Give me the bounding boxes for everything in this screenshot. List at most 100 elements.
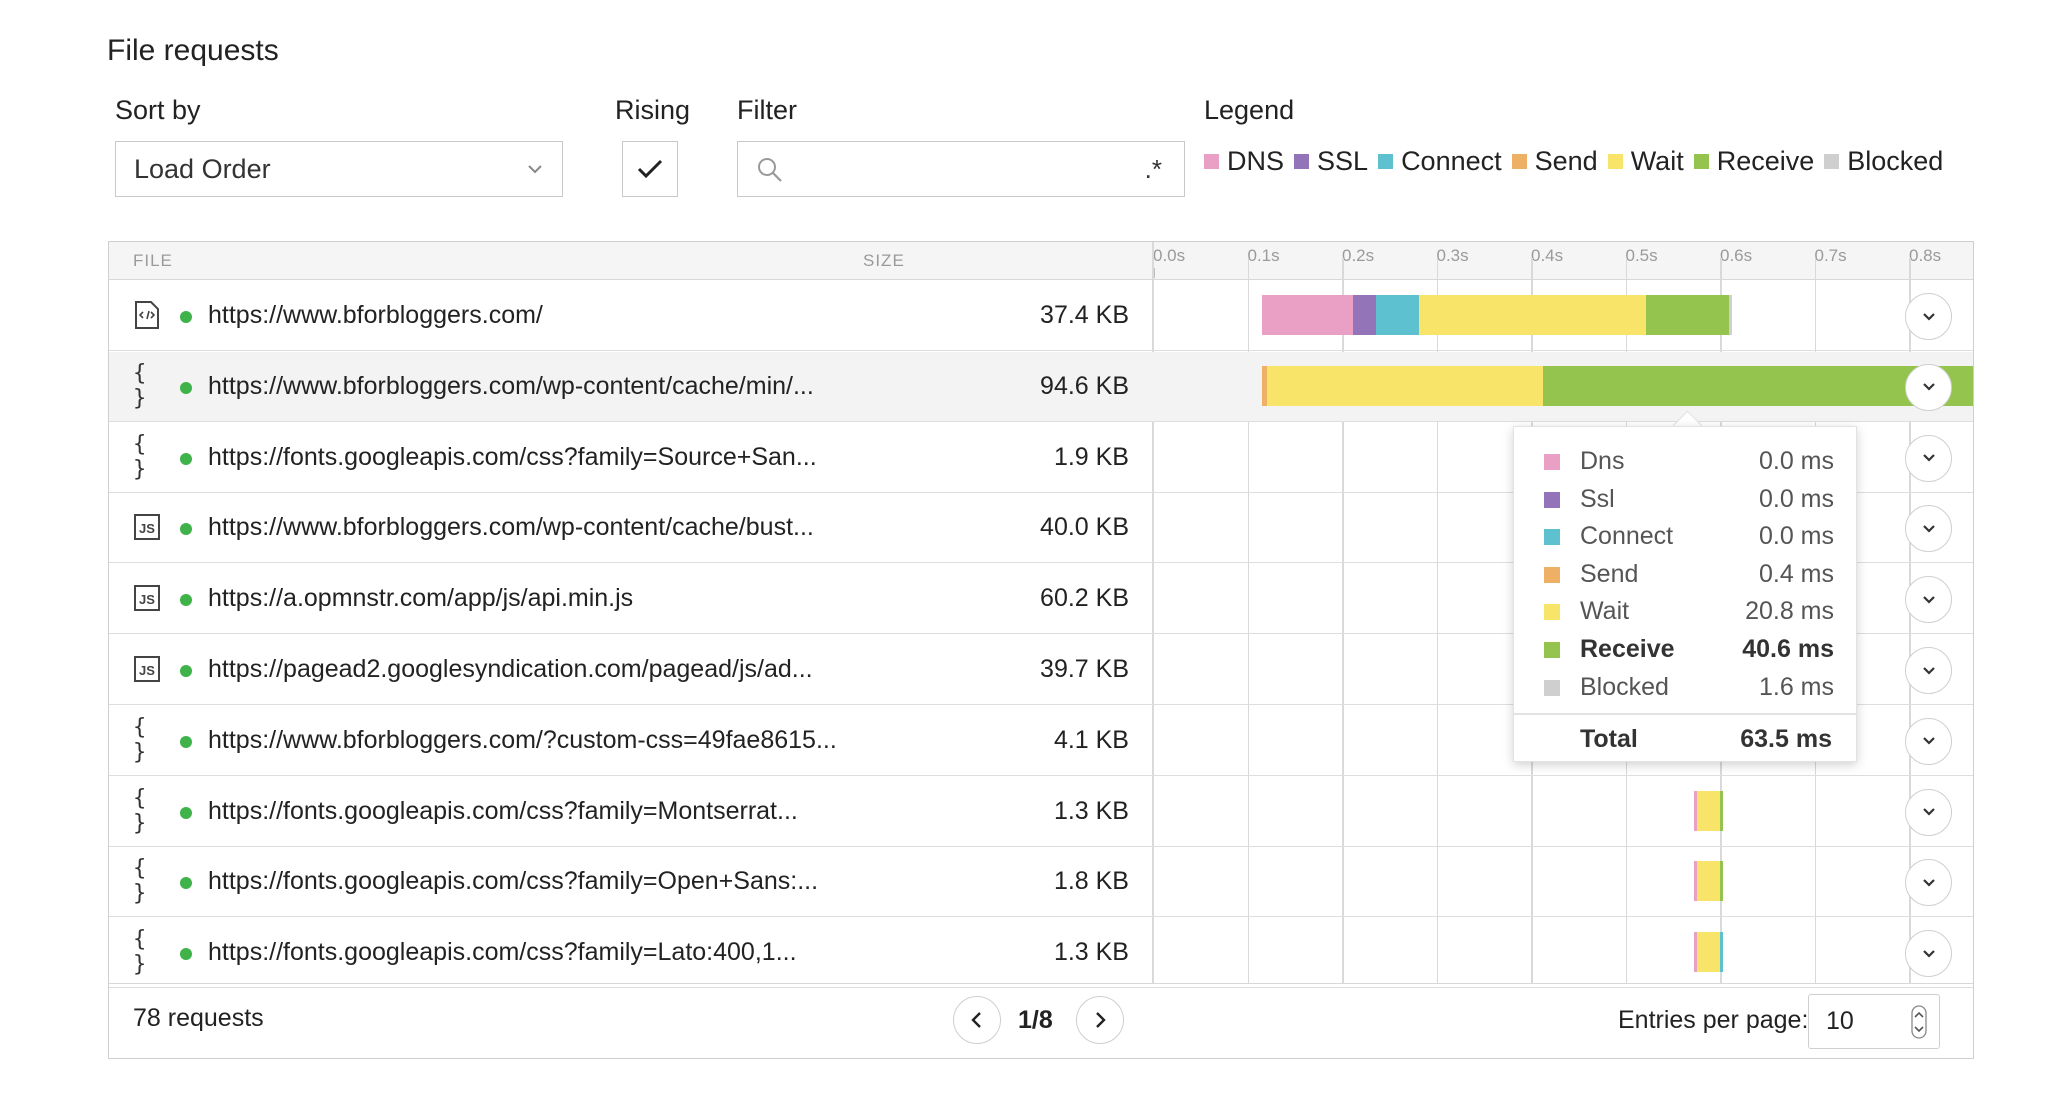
file-url: https://a.opmnstr.com/app/js/api.min.js	[208, 584, 634, 613]
file-url: https://fonts.googleapis.com/css?family=…	[208, 442, 817, 471]
sort-by-label: Sort by	[115, 95, 201, 125]
legend: DNS SSL Connect Send Wait Receive Blocked	[1204, 146, 1953, 177]
status-dot	[180, 665, 192, 677]
chevron-down-icon	[1922, 949, 1935, 958]
timing-segment-wait	[1266, 365, 1543, 406]
svg-text:JS: JS	[139, 592, 155, 607]
timing-segment-receive	[1645, 295, 1729, 335]
search-icon	[758, 158, 782, 182]
timing-waterfall[interactable]	[1254, 918, 1973, 988]
table-header	[109, 242, 1973, 280]
timing-waterfall[interactable]	[1254, 777, 1973, 847]
size-column-header[interactable]: SIZE	[863, 251, 905, 271]
table-row[interactable]: { } https://www.bforbloggers.com/wp-conte…	[109, 351, 1973, 422]
timing-waterfall[interactable]	[1254, 847, 1973, 917]
svg-text:JS: JS	[139, 521, 155, 536]
legend-item-dns: DNS	[1204, 146, 1284, 177]
file-url: https://pagead2.googlesyndication.com/pa…	[208, 655, 813, 683]
legend-item-send: Send	[1511, 146, 1598, 177]
legend-label: Blocked	[1847, 146, 1944, 176]
table-row[interactable]: https://www.bforbloggers.com/37.4 KB	[109, 281, 1973, 351]
status-dot	[180, 948, 192, 961]
tooltip-swatch	[1544, 679, 1560, 696]
expand-row-button[interactable]	[1905, 293, 1952, 340]
tooltip-phase-name: Blocked	[1580, 672, 1669, 701]
file-url: https://www.bforbloggers.com/wp-content/…	[208, 371, 814, 400]
legend-item-wait: Wait	[1607, 146, 1684, 177]
timeline-tick-label: 0.2s	[1342, 246, 1375, 265]
legend-label: Legend	[1204, 95, 1295, 125]
spinner-arrows-icon[interactable]	[1911, 1005, 1927, 1039]
timing-tooltip: Dns 0.0 ms Ssl 0.0 ms Connect 0.0 ms Send 0.4 m…	[1513, 426, 1857, 762]
tooltip-phase-value: 0.0 ms	[1758, 447, 1834, 475]
legend-item-receive: Receive	[1693, 146, 1814, 177]
expand-row-button[interactable]	[1905, 434, 1952, 482]
timing-segment-wait	[1696, 790, 1721, 831]
expand-row-button[interactable]	[1905, 788, 1952, 836]
file-url: https://fonts.googleapis.com/css?family=…	[208, 938, 797, 967]
legend-swatch	[1511, 154, 1527, 169]
status-dot	[180, 735, 192, 748]
timing-segment-dns	[1262, 295, 1353, 335]
table-row[interactable]: { } https://fonts.googleapis.com/css?fami…	[109, 918, 1973, 989]
entries-per-page-input[interactable]: 10	[1808, 994, 1940, 1049]
expand-row-button[interactable]	[1905, 930, 1952, 978]
file-size: 1.3 KB	[1053, 796, 1129, 825]
file-size: 37.4 KB	[1040, 301, 1129, 329]
legend-item-connect: Connect	[1378, 146, 1502, 177]
timing-waterfall[interactable]	[1254, 281, 1973, 351]
filter-input[interactable]: .*	[737, 141, 1185, 197]
previous-page-button[interactable]	[953, 996, 1001, 1044]
tooltip-phase-value: 0.4 ms	[1758, 559, 1834, 588]
tooltip-phase-value: 40.6 ms	[1742, 635, 1834, 663]
timeline-tick-label: 0.1s	[1247, 246, 1280, 265]
legend-item-ssl: SSL	[1294, 146, 1368, 177]
chevron-down-icon	[1922, 737, 1935, 745]
timeline-tick-label: 0.4s	[1531, 246, 1564, 265]
tooltip-swatch	[1544, 491, 1560, 508]
regex-toggle[interactable]: .*	[1145, 154, 1162, 185]
sort-by-select[interactable]: Load Order	[115, 141, 563, 197]
rising-checkbox[interactable]	[622, 141, 678, 197]
chevron-down-icon	[1922, 312, 1935, 321]
css-file-icon: { }	[133, 360, 147, 411]
file-size: 94.6 KB	[1040, 371, 1129, 400]
checkmark-icon	[637, 159, 663, 179]
tooltip-swatch	[1544, 642, 1560, 658]
status-dot	[180, 523, 192, 536]
table-row[interactable]: { } https://fonts.googleapis.com/css?fami…	[109, 777, 1973, 847]
expand-row-button[interactable]	[1905, 647, 1952, 694]
next-page-button[interactable]	[1076, 996, 1124, 1044]
timing-waterfall[interactable]	[1254, 352, 1973, 422]
file-size: 1.9 KB	[1053, 442, 1129, 471]
file-size: 1.3 KB	[1053, 938, 1129, 967]
table-row[interactable]: { } https://fonts.googleapis.com/css?fami…	[109, 847, 1973, 918]
tooltip-row-blocked: Blocked 1.6 ms	[1544, 671, 1834, 705]
timing-segment-ssl	[1352, 295, 1377, 335]
filter-label: Filter	[737, 95, 797, 125]
tooltip-divider	[1514, 713, 1856, 715]
expand-row-button[interactable]	[1905, 576, 1952, 624]
tooltip-phase-value: 0.0 ms	[1758, 484, 1834, 513]
svg-text:JS: JS	[139, 663, 155, 678]
timing-segment-blocked	[1728, 295, 1732, 335]
chevron-down-icon	[1922, 454, 1935, 462]
js-file-icon: JS	[133, 511, 161, 543]
file-column-header[interactable]: FILE	[133, 251, 173, 271]
status-dot	[180, 877, 192, 890]
tooltip-swatch	[1544, 566, 1560, 583]
tooltip-phase-value: 1.6 ms	[1758, 672, 1834, 701]
tooltip-phase-value: 0.0 ms	[1758, 522, 1834, 551]
chevron-down-icon	[1922, 808, 1935, 816]
legend-swatch	[1693, 154, 1709, 169]
legend-label: Connect	[1401, 146, 1502, 176]
expand-row-button[interactable]	[1905, 363, 1952, 411]
file-size: 1.8 KB	[1053, 867, 1129, 896]
expand-row-button[interactable]	[1905, 717, 1952, 765]
legend-label: SSL	[1317, 146, 1369, 176]
legend-label: Wait	[1630, 146, 1684, 176]
html-file-icon	[133, 299, 161, 331]
page-title: File requests	[107, 34, 279, 67]
timeline-tick-label: 0.7s	[1814, 246, 1847, 265]
timeline-tick-label: 0.6s	[1720, 246, 1753, 265]
